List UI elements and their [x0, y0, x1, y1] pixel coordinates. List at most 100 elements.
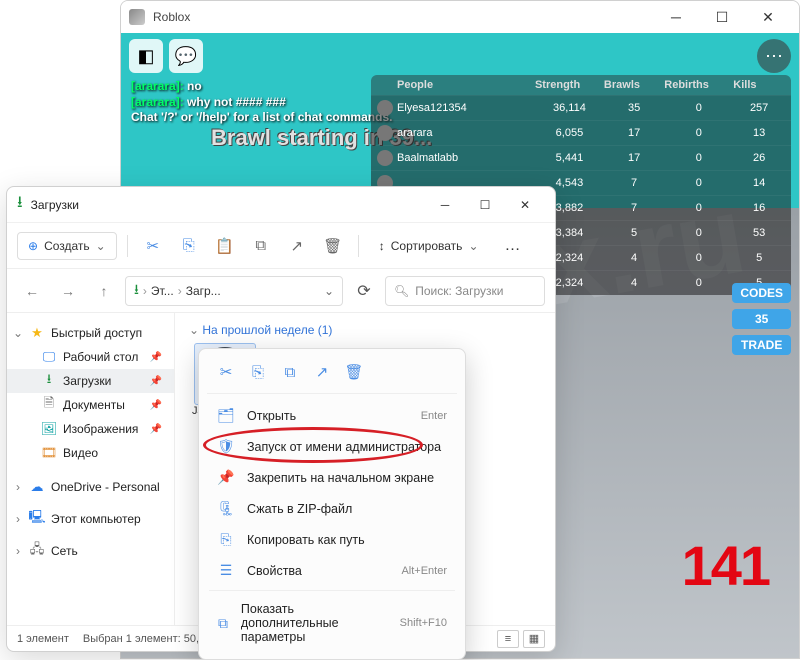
- up-button[interactable]: ↑: [89, 276, 119, 306]
- open-icon: 🗂: [217, 407, 235, 424]
- context-menu: ✂ ⎘ ⧉ ↗ 🗑 🗂ОткрытьEnter 🛡Запуск от имени…: [198, 348, 466, 660]
- rename-icon[interactable]: ⧉: [279, 361, 301, 383]
- view-grid-icon[interactable]: ▦: [523, 630, 545, 648]
- search-icon: 🔍︎: [394, 284, 409, 298]
- pin-icon: 📌: [217, 469, 235, 486]
- trade-button[interactable]: TRADE: [732, 335, 791, 355]
- videos-icon: 🎞: [41, 445, 57, 461]
- paste-icon[interactable]: 📋: [210, 231, 240, 261]
- share-icon[interactable]: ↗: [311, 361, 333, 383]
- ctx-more-options[interactable]: ⧉Показать дополнительные параметрыShift+…: [207, 595, 457, 651]
- path-icon: ⎘: [217, 531, 235, 548]
- star-icon: ★: [29, 325, 45, 341]
- leaderboard-row[interactable]: Baalmatlabb5,44117026: [371, 145, 791, 170]
- sidebar-onedrive[interactable]: ›☁OneDrive - Personal: [7, 475, 174, 499]
- explorer-title: Загрузки: [31, 198, 425, 212]
- cloud-icon: ☁: [29, 479, 45, 495]
- sidebar-quick-access[interactable]: ⌄★Быстрый доступ: [7, 321, 174, 345]
- downloads-icon: ⭳: [17, 191, 23, 218]
- ctx-run-admin[interactable]: 🛡Запуск от имени администратора: [207, 431, 457, 462]
- view-list-icon[interactable]: ≡: [497, 630, 519, 648]
- sidebar-documents[interactable]: 🗎Документы📌: [7, 393, 174, 417]
- ctx-pin-start[interactable]: 📌Закрепить на начальном экране: [207, 462, 457, 493]
- maximize-button[interactable]: ☐: [465, 191, 505, 219]
- refresh-button[interactable]: ⟳: [349, 276, 379, 306]
- sidebar-pictures[interactable]: 🖼Изображения📌: [7, 417, 174, 441]
- minimize-button[interactable]: ─: [425, 191, 465, 219]
- search-input[interactable]: 🔍︎ Поиск: Загрузки: [385, 276, 545, 306]
- close-button[interactable]: ✕: [505, 191, 545, 219]
- chevron-right-icon: ›: [143, 284, 147, 298]
- roblox-menu-icon[interactable]: ◧: [129, 39, 163, 73]
- delete-icon[interactable]: 🗑: [343, 361, 365, 383]
- pictures-icon: 🖼: [41, 421, 57, 437]
- leaderboard-row[interactable]: Elyesa12135436,114350257: [371, 95, 791, 120]
- forward-button[interactable]: →: [53, 276, 83, 306]
- ctx-properties[interactable]: ☰СвойстваAlt+Enter: [207, 555, 457, 586]
- breadcrumb[interactable]: ⭳ › Эт... › Загр... ⌄: [125, 276, 343, 306]
- col-strength: Strength: [535, 79, 604, 91]
- chevron-right-icon: ›: [13, 544, 23, 558]
- close-button[interactable]: ✕: [745, 1, 791, 33]
- documents-icon: 🗎: [41, 397, 57, 413]
- sidebar-network[interactable]: ›🖧Сеть: [7, 539, 174, 563]
- num-badge[interactable]: 35: [732, 309, 791, 329]
- group-header[interactable]: ⌄ На прошлой неделе (1): [189, 323, 541, 337]
- share-icon[interactable]: ↗: [282, 231, 312, 261]
- codes-button[interactable]: CODES: [732, 283, 791, 303]
- maximize-button[interactable]: ☐: [699, 1, 745, 33]
- rename-icon[interactable]: ⧉: [246, 231, 276, 261]
- sidebar-desktop[interactable]: 🖵Рабочий стол📌: [7, 345, 174, 369]
- roblox-titlebar: Roblox ─ ☐ ✕: [121, 1, 799, 33]
- col-rebirths: Rebirths: [664, 79, 733, 91]
- chevron-right-icon: ›: [178, 284, 182, 298]
- copy-icon[interactable]: ⎘: [174, 231, 204, 261]
- desktop-icon: 🖵: [41, 349, 57, 365]
- roblox-title: Roblox: [153, 10, 653, 24]
- avatar: [377, 125, 393, 141]
- back-button[interactable]: ←: [17, 276, 47, 306]
- explorer-toolbar: ⊕ Создать ⌄ ✂ ⎘ 📋 ⧉ ↗ 🗑 ↕ Сортировать ⌄ …: [7, 223, 555, 269]
- more-icon[interactable]: ⋯: [757, 39, 791, 73]
- col-people: People: [397, 79, 535, 91]
- properties-icon: ☰: [217, 562, 235, 579]
- more-button[interactable]: …: [495, 231, 531, 261]
- chevron-down-icon[interactable]: ⌄: [324, 284, 334, 298]
- copy-icon[interactable]: ⎘: [247, 361, 269, 383]
- explorer-titlebar[interactable]: ⭳ Загрузки ─ ☐ ✕: [7, 187, 555, 223]
- cut-icon[interactable]: ✂: [138, 231, 168, 261]
- pin-icon: 📌: [150, 424, 168, 435]
- sort-button[interactable]: ↕ Сортировать ⌄: [369, 233, 489, 259]
- more-icon: ⧉: [217, 615, 229, 632]
- downloads-icon: ⭳: [134, 279, 139, 303]
- sidebar-videos[interactable]: 🎞Видео: [7, 441, 174, 465]
- delete-icon[interactable]: 🗑: [318, 231, 348, 261]
- network-icon: 🖧: [29, 543, 45, 559]
- pin-icon: 📌: [150, 352, 168, 363]
- chevron-down-icon: ⌄: [96, 239, 106, 253]
- sidebar-downloads[interactable]: ⭳Загрузки📌: [7, 369, 174, 393]
- ctx-copy-path[interactable]: ⎘Копировать как путь: [207, 524, 457, 555]
- chevron-right-icon: ›: [13, 480, 23, 494]
- plus-icon: ⊕: [28, 239, 38, 253]
- pc-icon: 🖳: [29, 511, 45, 527]
- ctx-open[interactable]: 🗂ОткрытьEnter: [207, 400, 457, 431]
- col-brawls: Brawls: [604, 79, 664, 91]
- avatar: [377, 100, 393, 116]
- chevron-right-icon: ›: [13, 512, 23, 526]
- roblox-app-icon: [129, 9, 145, 25]
- avatar: [377, 150, 393, 166]
- minimize-button[interactable]: ─: [653, 1, 699, 33]
- leaderboard-row[interactable]: ararara6,05517013: [371, 120, 791, 145]
- cut-icon[interactable]: ✂: [215, 361, 237, 383]
- chat-user: [ararara]:: [131, 95, 184, 109]
- chat-icon[interactable]: 💬: [169, 39, 203, 73]
- strength-counter: 141: [682, 533, 769, 598]
- new-button[interactable]: ⊕ Создать ⌄: [17, 232, 117, 260]
- ctx-zip[interactable]: 🗜Сжать в ZIP-файл: [207, 493, 457, 524]
- col-kills: Kills: [733, 79, 785, 91]
- chat-user: [ararara]:: [131, 79, 184, 93]
- sidebar-this-pc[interactable]: ›🖳Этот компьютер: [7, 507, 174, 531]
- chat-log: [ararara]: no [ararara]: why not #### ##…: [131, 79, 392, 126]
- chevron-down-icon: ⌄: [468, 239, 478, 253]
